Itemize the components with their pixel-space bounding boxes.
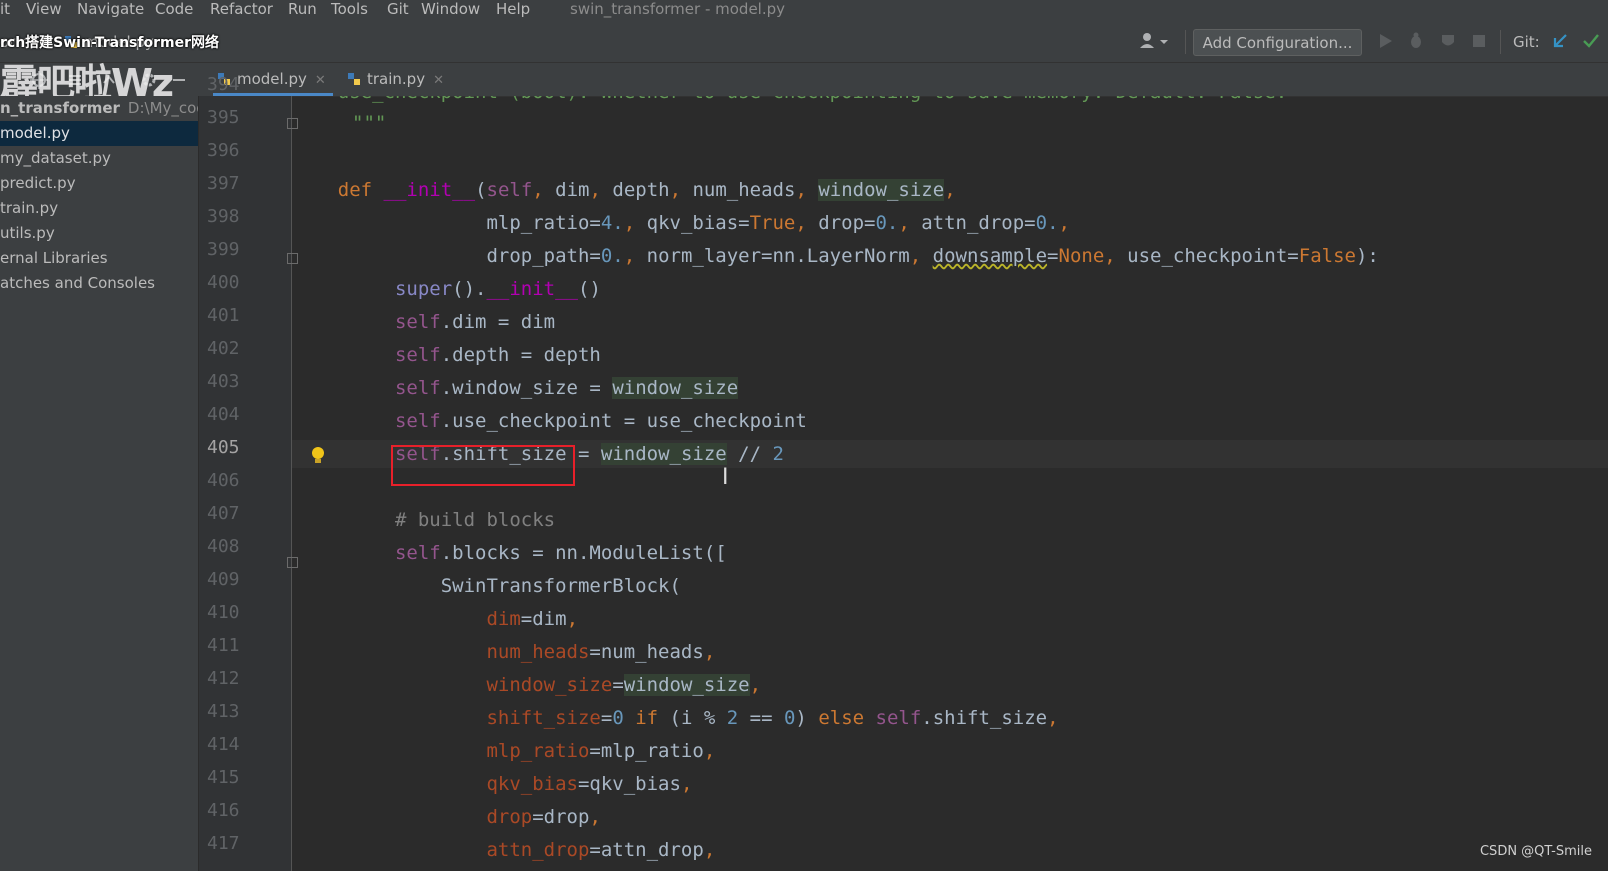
debug-icon[interactable] — [1407, 32, 1425, 50]
menu-code[interactable]: Code — [155, 0, 193, 18]
breadcrumb-file-label: model.py — [84, 33, 154, 51]
menu-run[interactable]: Run — [288, 0, 317, 18]
run-icon[interactable] — [1376, 32, 1394, 50]
close-icon[interactable]: ✕ — [433, 73, 444, 88]
line-number: 401 — [207, 305, 240, 326]
menu-tools[interactable]: Tools — [331, 0, 368, 18]
coverage-icon[interactable] — [1439, 32, 1457, 50]
docstring-close: """ — [352, 112, 387, 134]
code-line-413: shift_size=0 if (i % 2 == 0) else self.s… — [486, 707, 1059, 729]
line-number: 404 — [207, 404, 240, 425]
lightbulb-icon[interactable] — [311, 446, 325, 466]
code-line-409: SwinTransformerBlock( — [292, 575, 681, 597]
line-number: 407 — [207, 503, 240, 524]
code-line-416: drop=drop, — [486, 806, 601, 828]
close-icon[interactable]: ✕ — [315, 73, 326, 88]
line-number: 411 — [207, 635, 240, 656]
code-line-404: self.use_checkpoint = use_checkpoint — [394, 410, 807, 432]
highlight-box — [391, 445, 575, 486]
line-number: 414 — [207, 734, 240, 755]
tab-train[interactable]: train.py ✕ — [347, 63, 444, 96]
tab-train-label: train.py — [367, 70, 426, 88]
code-line-397: def __init__(self, dim, depth, num_heads… — [337, 179, 956, 201]
code-line-402: self.depth = depth — [394, 344, 601, 366]
menu-window[interactable]: Window — [421, 0, 480, 18]
menu-bar: it View Navigate Code Refactor Run Tools… — [0, 0, 1608, 20]
code-line-414: mlp_ratio=mlp_ratio, — [486, 740, 716, 762]
line-number: 398 — [207, 206, 240, 227]
line-number: 400 — [207, 272, 240, 293]
stop-icon[interactable] — [1470, 32, 1488, 50]
line-number: 409 — [207, 569, 240, 590]
code-line-407: # build blocks — [292, 506, 1608, 534]
line-number: 394 — [207, 74, 240, 95]
csdn-credit: CSDN @QT-Smile — [1479, 844, 1592, 859]
code-line-399: drop_path=0., norm_layer=nn.LayerNorm, d… — [292, 245, 1379, 267]
git-label: Git: — [1513, 33, 1540, 51]
code-line-395: """ — [292, 109, 1608, 137]
line-number: 402 — [207, 338, 240, 359]
line-number: 396 — [207, 140, 240, 161]
code-line-401: self.dim = dim — [394, 311, 556, 333]
add-configuration-button[interactable]: Add Configuration... — [1193, 29, 1362, 56]
code-line-403: self.window_size = window_size — [394, 377, 739, 399]
code-line-415: qkv_bias=qkv_bias, — [486, 773, 693, 795]
git-update-icon[interactable] — [1551, 32, 1569, 50]
line-number: 412 — [207, 668, 240, 689]
code-line-417: attn_drop=attn_drop, — [486, 839, 716, 861]
code-line-398: mlp_ratio=4., qkv_bias=True, drop=0., at… — [292, 212, 1070, 234]
line-number: 413 — [207, 701, 240, 722]
python-file-icon — [348, 73, 360, 85]
line-number: 417 — [207, 833, 240, 854]
code-line-408: self.blocks = nn.ModuleList([ — [394, 542, 727, 564]
comment-build-blocks: # build blocks — [394, 509, 556, 531]
code-line-411: num_heads=num_heads, — [486, 641, 716, 663]
line-number: 410 — [207, 602, 240, 623]
menu-git[interactable]: Git — [387, 0, 409, 18]
code-line-412: window_size=window_size, — [486, 674, 762, 696]
toolbar-divider — [1185, 30, 1186, 54]
line-number: 416 — [207, 800, 240, 821]
breadcrumb-file[interactable]: model.py — [64, 20, 154, 64]
code-line-394: use_checkpoint (bool): Whether to use ch… — [292, 96, 1608, 106]
git-commit-icon[interactable] — [1582, 32, 1600, 50]
toolbar: ormer model.py Add Configuration... Git: — [0, 20, 1608, 63]
editor-tabs: model.py ✕ train.py ✕ — [199, 63, 1608, 97]
window-title: swin_transformer - model.py — [570, 0, 786, 18]
line-number: 406 — [207, 470, 240, 491]
toolbar-divider-2 — [1500, 30, 1501, 54]
menu-view[interactable]: View — [26, 0, 62, 18]
tab-model-label: model.py — [237, 70, 307, 88]
menu-navigate[interactable]: Navigate — [77, 0, 144, 18]
line-number: 408 — [207, 536, 240, 557]
menu-help[interactable]: Help — [496, 0, 530, 18]
code-line-410: dim=dim, — [486, 608, 579, 630]
menu-edit[interactable]: it — [0, 0, 10, 18]
line-number: 397 — [207, 173, 240, 194]
text-cursor-icon: I — [722, 465, 729, 490]
python-file-icon — [65, 36, 77, 48]
user-dropdown-icon[interactable] — [1138, 32, 1170, 50]
line-number: 403 — [207, 371, 240, 392]
line-number: 415 — [207, 767, 240, 788]
line-number: 405 — [207, 437, 240, 458]
line-number: 395 — [207, 107, 240, 128]
menu-refactor[interactable]: Refactor — [210, 0, 273, 18]
breadcrumb-project[interactable]: ormer — [0, 20, 45, 64]
code-line-400: super().__init__() — [394, 278, 601, 300]
line-number: 399 — [207, 239, 240, 260]
